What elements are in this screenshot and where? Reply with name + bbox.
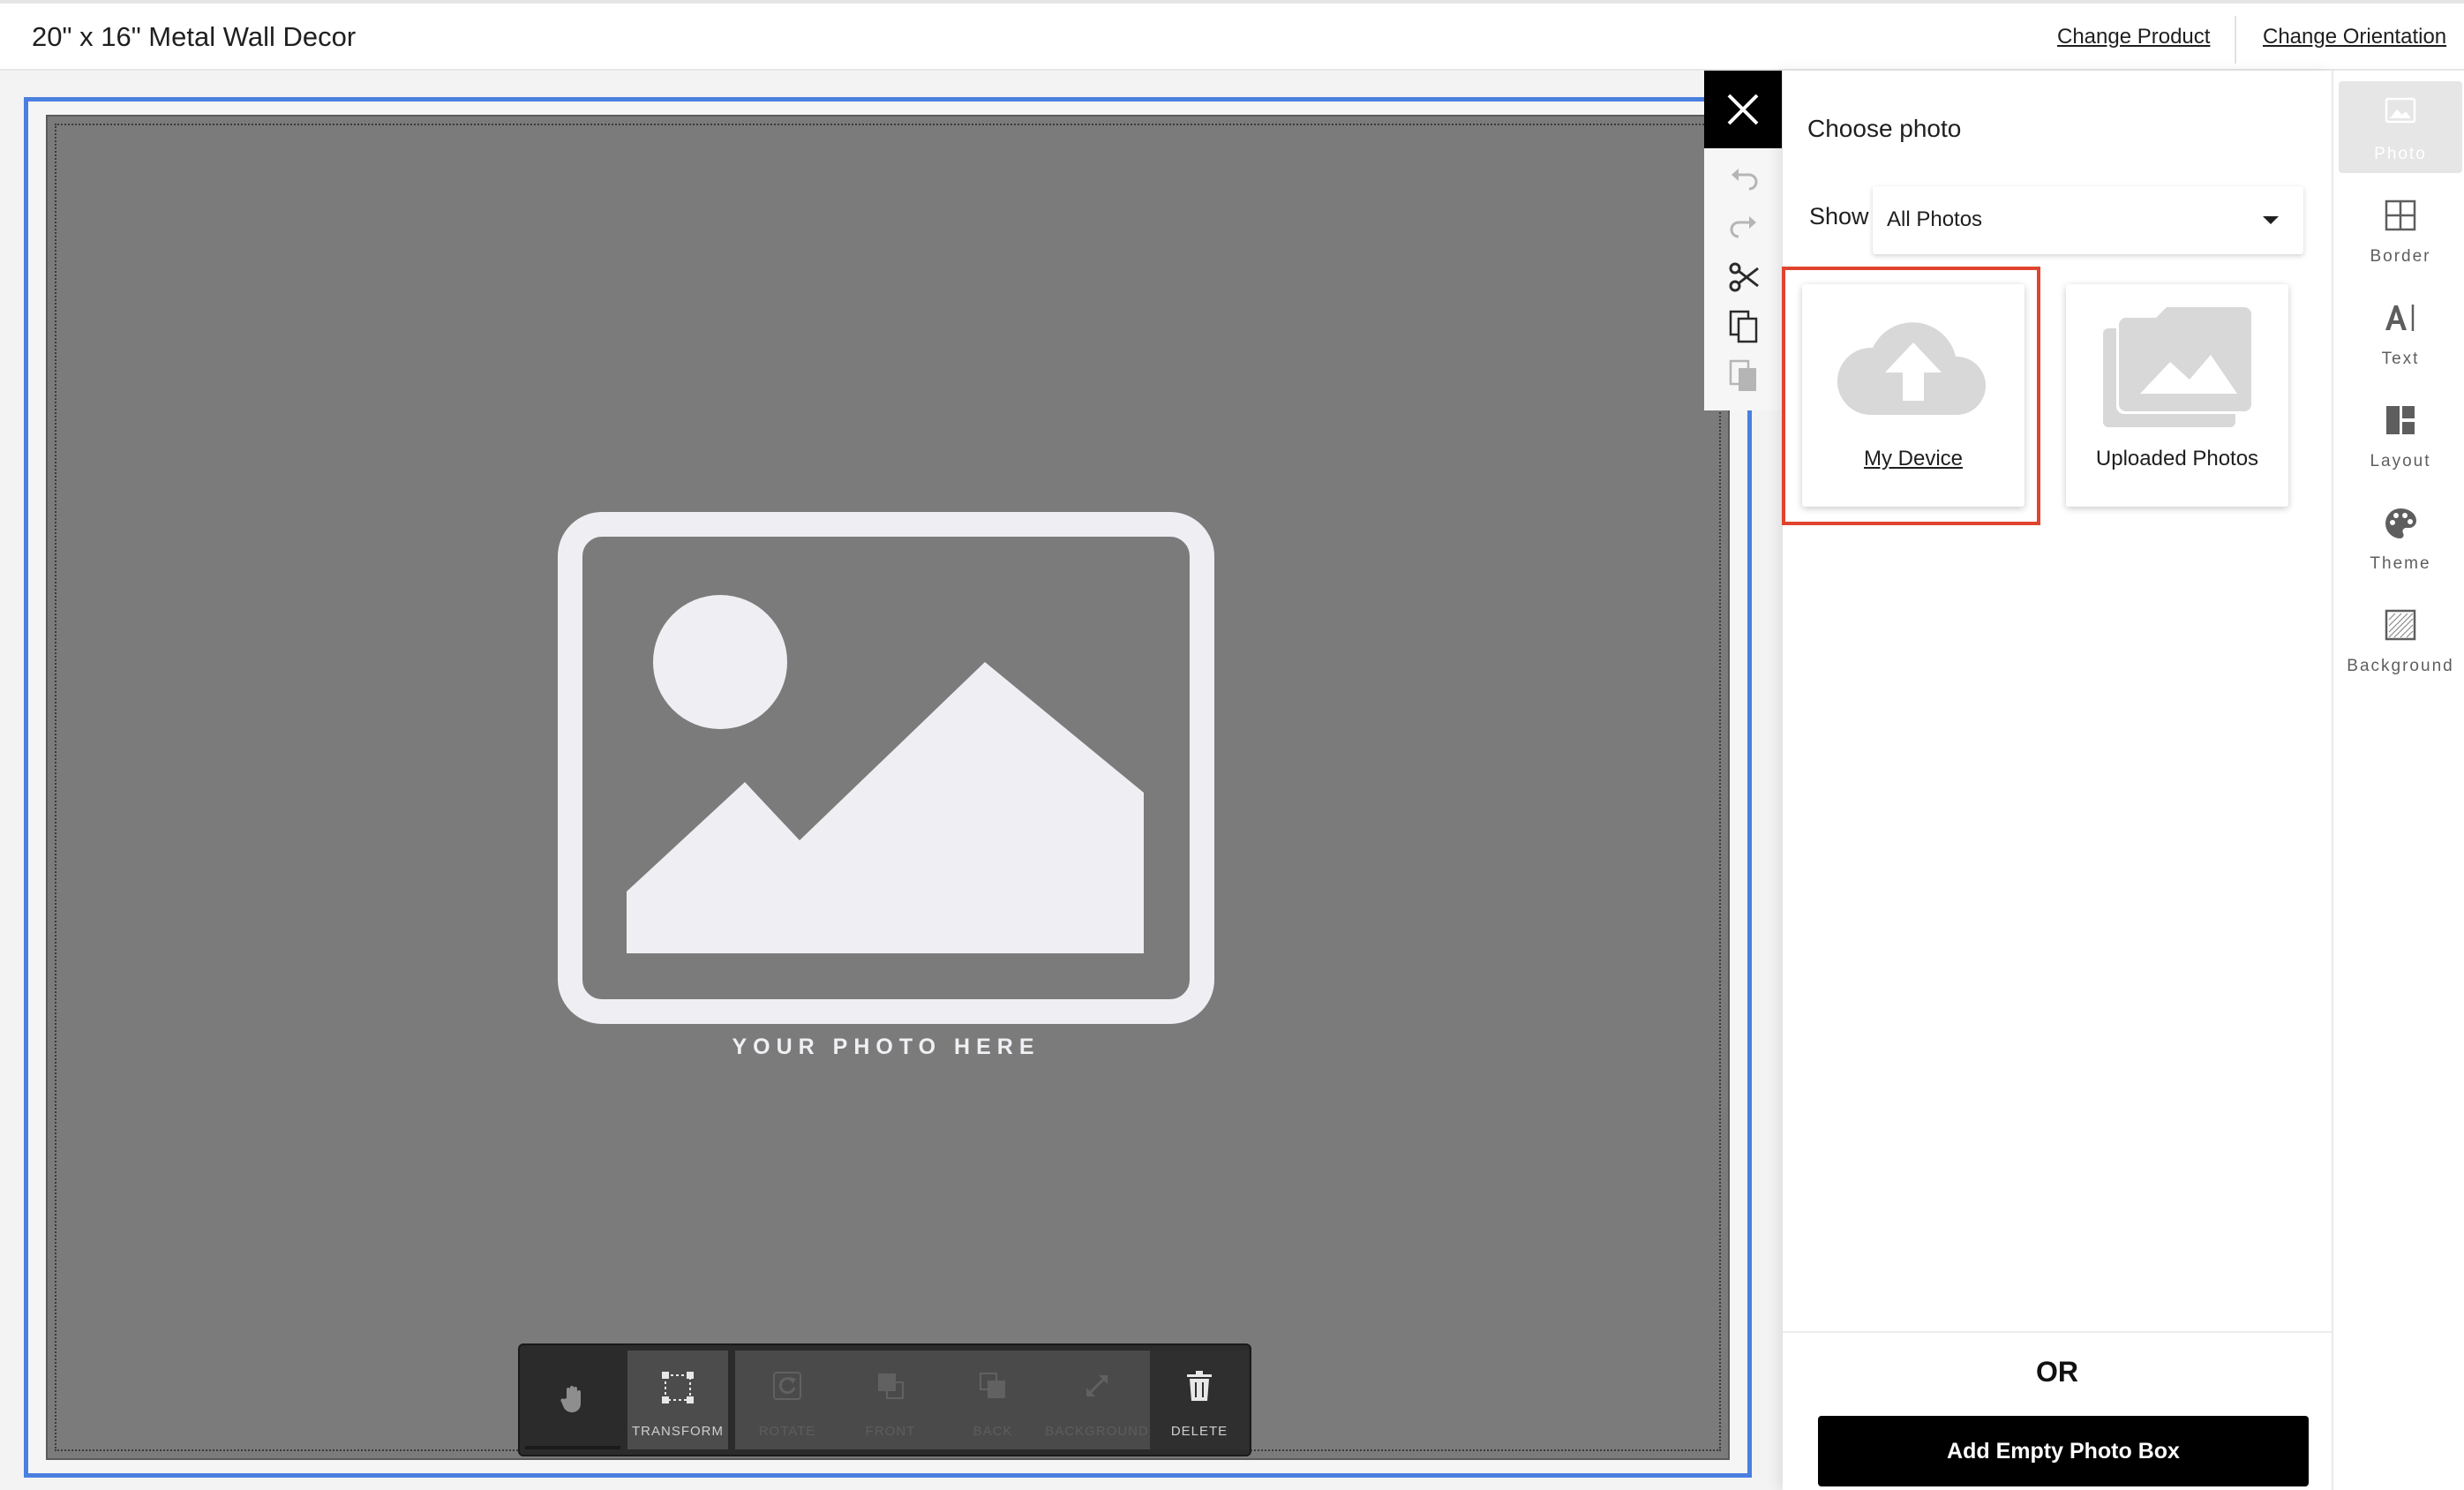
background-label: BACKGROUND (1045, 1424, 1149, 1439)
or-separator: OR (2036, 1356, 2078, 1388)
rail-label-layout: Layout (2370, 452, 2431, 470)
undo-icon[interactable] (1728, 166, 1760, 191)
scissors-icon[interactable] (1728, 261, 1760, 293)
background-fit-button: BACKGROUND (1044, 1351, 1150, 1449)
rail-item-layout[interactable]: Layout (2339, 388, 2462, 480)
front-label: FRONT (865, 1424, 916, 1439)
text-icon (2385, 305, 2415, 331)
expand-icon (1086, 1375, 1108, 1396)
send-back-icon (980, 1373, 1005, 1398)
rail-item-theme[interactable]: Theme (2339, 491, 2462, 583)
trash-icon (1187, 1371, 1212, 1401)
uploaded-photos-label: Uploaded Photos (2095, 447, 2259, 470)
add-empty-photo-box-button[interactable]: Add Empty Photo Box (1818, 1416, 2309, 1486)
my-device-button[interactable]: My Device (1802, 284, 2025, 507)
rail-label-text: Text (2381, 350, 2420, 368)
transform-label: TRANSFORM (632, 1424, 724, 1439)
top-bar: 20" x 16" Metal Wall Decor Change Produc… (0, 0, 2464, 71)
photo-library-icon (2103, 307, 2254, 427)
photo-icon (2385, 97, 2416, 124)
hand-icon (560, 1386, 581, 1412)
rail-label-theme: Theme (2370, 554, 2431, 573)
layout-icon (2386, 406, 2415, 434)
change-orientation-link[interactable]: Change Orientation (2263, 25, 2446, 49)
chevron-down-icon (2263, 216, 2279, 224)
show-filter-select[interactable]: All Photos (1873, 186, 2303, 254)
transform-button[interactable]: TRANSFORM (627, 1351, 728, 1449)
divider (1783, 1331, 2332, 1333)
transform-icon (662, 1372, 694, 1403)
paste-icon (1729, 359, 1756, 391)
rail-item-photo[interactable]: Photo (2339, 81, 2462, 173)
rail-label-background: Background (2347, 657, 2454, 675)
send-back-button: BACK (942, 1351, 1044, 1449)
background-icon (2385, 609, 2416, 641)
rotate-label: ROTATE (758, 1424, 816, 1439)
palette-icon (2385, 508, 2416, 538)
rail-item-background[interactable]: Background (2339, 593, 2462, 685)
close-icon (1727, 94, 1759, 125)
image-placeholder-icon (558, 512, 1214, 1024)
rotate-icon (773, 1372, 801, 1400)
divider (2235, 16, 2236, 64)
copy-icon[interactable] (1728, 309, 1760, 344)
tool-rail (2332, 71, 2464, 1490)
redo-icon[interactable] (1728, 214, 1760, 238)
show-filter-value: All Photos (1887, 207, 1983, 231)
rotate-button: ROTATE (735, 1351, 839, 1449)
hand-tool-button[interactable] (525, 1351, 620, 1449)
my-device-label: My Device (1863, 447, 1964, 470)
uploaded-photos-button[interactable]: Uploaded Photos (2066, 284, 2288, 507)
product-title: 20" x 16" Metal Wall Decor (32, 21, 357, 52)
show-filter-label: Show (1809, 203, 1869, 230)
delete-button[interactable]: DELETE (1150, 1351, 1249, 1449)
rail-item-text[interactable]: Text (2339, 286, 2462, 378)
back-label: BACK (973, 1424, 1013, 1439)
bring-front-button: FRONT (839, 1351, 942, 1449)
rail-label-border: Border (2370, 247, 2431, 266)
element-toolbar: TRANSFORM ROTATE FRONT BACK BACKGROUND D… (518, 1343, 1251, 1456)
change-product-link[interactable]: Change Product (2057, 25, 2210, 49)
bring-front-icon (878, 1373, 904, 1399)
delete-label: DELETE (1170, 1424, 1228, 1439)
border-icon (2385, 199, 2416, 231)
close-panel-button[interactable] (1704, 71, 1782, 148)
rail-label-photo: Photo (2374, 145, 2427, 163)
disabled-tools-group: ROTATE FRONT BACK BACKGROUND (735, 1351, 1150, 1449)
photo-placeholder-label: YOUR PHOTO HERE (732, 1035, 1040, 1059)
rail-item-border[interactable]: Border (2339, 184, 2462, 275)
panel-title: Choose photo (1807, 115, 1962, 142)
cloud-upload-icon (1837, 322, 1987, 415)
